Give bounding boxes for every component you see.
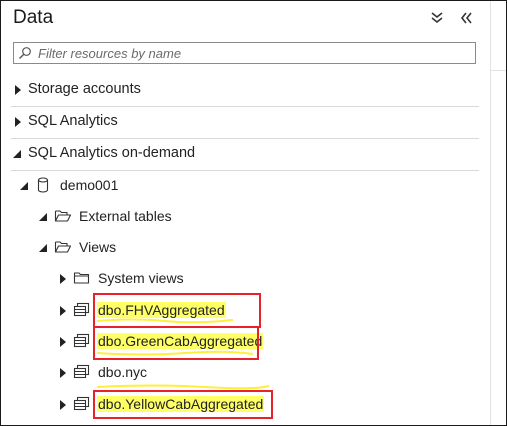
collapse-panel-button[interactable] xyxy=(457,9,475,27)
collapse-arrow-icon xyxy=(20,182,28,190)
adjacent-pane-edge xyxy=(490,1,506,425)
filter-icon xyxy=(19,47,31,59)
view-icon xyxy=(73,364,90,379)
section-label: SQL Analytics xyxy=(28,113,118,129)
expand-arrow-icon xyxy=(60,337,66,347)
collapse-arrow-icon xyxy=(13,150,21,158)
expand-arrow-icon xyxy=(60,274,66,284)
view-icon xyxy=(73,396,90,411)
section-sql-analytics-on-demand[interactable]: SQL Analytics on-demand xyxy=(1,139,489,169)
tree-item-view[interactable]: dbo.GreenCabAggregated xyxy=(1,327,489,357)
tree-item-label: External tables xyxy=(79,208,172,224)
tree-item-label: dbo.FHVAggregated xyxy=(97,302,226,318)
expand-arrow-icon xyxy=(15,85,21,95)
database-icon xyxy=(37,177,49,193)
tree-item-label: dbo.GreenCabAggregated xyxy=(97,333,264,349)
expand-arrow-icon xyxy=(60,368,66,378)
folder-open-icon xyxy=(54,241,72,253)
filter-box[interactable] xyxy=(13,42,476,64)
section-sql-analytics[interactable]: SQL Analytics xyxy=(1,107,489,137)
tree-item-view[interactable]: dbo.nyc xyxy=(1,358,489,388)
collapse-arrow-icon xyxy=(39,244,47,252)
view-icon xyxy=(73,302,90,317)
tree-item-demo001[interactable]: demo001 xyxy=(1,171,489,201)
folder-icon xyxy=(73,272,90,284)
data-panel-window: Data Storage accounts xyxy=(0,0,507,426)
double-chevron-down-icon xyxy=(431,12,443,24)
section-label: Storage accounts xyxy=(28,81,141,97)
section-label: SQL Analytics on-demand xyxy=(28,145,196,161)
collapse-arrow-icon xyxy=(39,213,47,221)
filter-input[interactable] xyxy=(38,44,468,62)
expand-arrow-icon xyxy=(60,306,66,316)
expand-arrow-icon xyxy=(60,400,66,410)
tree-item-label: Views xyxy=(79,239,117,255)
expand-arrow-icon xyxy=(15,117,21,127)
panel-title: Data xyxy=(13,7,54,28)
folder-open-icon xyxy=(54,210,72,222)
tree-item-label: dbo.nyc xyxy=(98,364,148,380)
pane-separator xyxy=(491,70,506,71)
tree-item-external-tables[interactable]: External tables xyxy=(1,202,489,232)
data-panel: Data Storage accounts xyxy=(1,1,489,425)
tree-item-view[interactable]: dbo.YellowCabAggregated xyxy=(1,390,489,420)
tree-item-label: dbo.YellowCabAggregated xyxy=(97,396,265,412)
tree-item-views[interactable]: Views xyxy=(1,233,489,263)
view-icon xyxy=(73,333,90,348)
section-storage-accounts[interactable]: Storage accounts xyxy=(1,75,489,105)
collapse-all-button[interactable] xyxy=(428,9,446,27)
tree-item-label: System views xyxy=(98,270,184,286)
tree-item-label: demo001 xyxy=(60,177,119,193)
tree-item-view[interactable]: dbo.FHVAggregated xyxy=(1,296,489,326)
tree-item-system-views[interactable]: System views xyxy=(1,264,489,294)
double-chevron-left-icon xyxy=(460,12,472,24)
